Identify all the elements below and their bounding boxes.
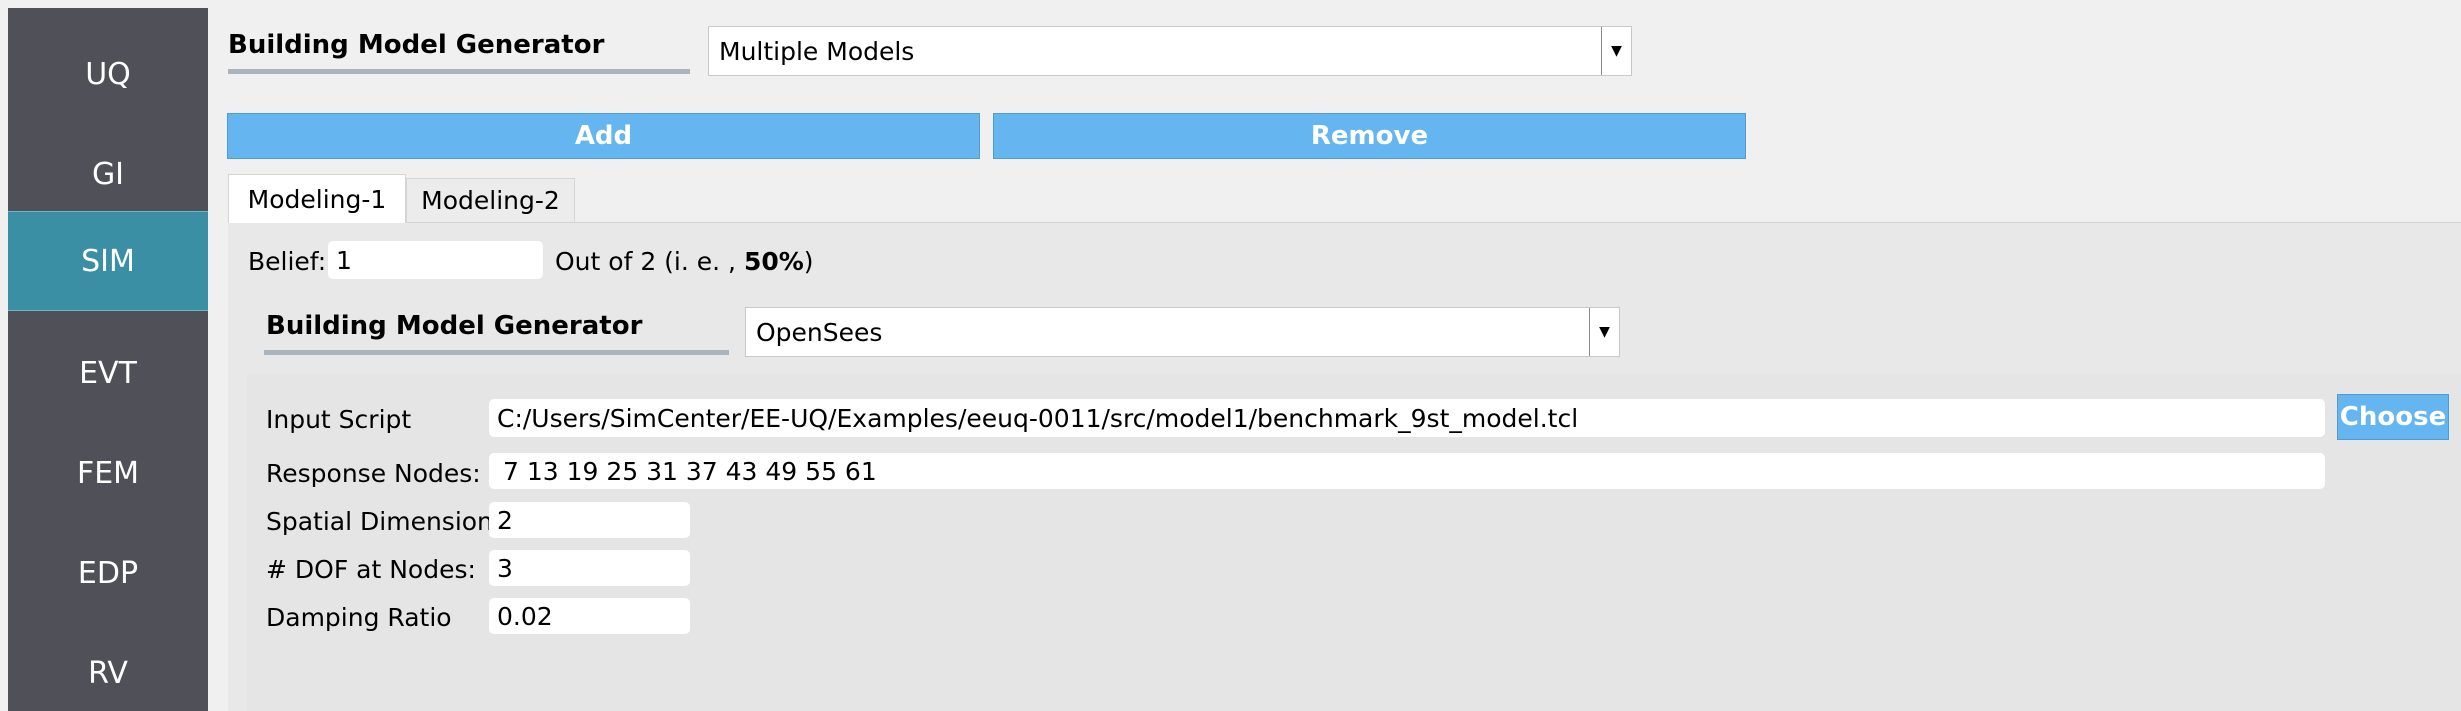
tab-label: Modeling-2 — [421, 186, 560, 215]
sidebar-item-edp[interactable]: EDP — [8, 523, 208, 623]
response-nodes-label: Response Nodes: — [266, 459, 481, 488]
sub-model-title: Building Model Generator — [266, 311, 643, 341]
sub-model-generator-value: OpenSees — [756, 317, 883, 347]
chevron-down-icon[interactable]: ▼ — [1601, 27, 1631, 75]
title-underline — [228, 69, 690, 74]
tab-modeling-1[interactable]: Modeling-1 — [228, 174, 406, 223]
sidebar-item-sim[interactable]: SIM — [8, 211, 208, 311]
sidebar-item-evt[interactable]: EVT — [8, 323, 208, 423]
sidebar-item-label: SIM — [81, 243, 135, 279]
response-nodes-field[interactable]: 7 13 19 25 31 37 43 49 55 61 — [489, 453, 2325, 489]
sidebar-item-uq[interactable]: UQ — [8, 24, 208, 124]
belief-out-of-text: Out of 2 (i. e. , 50%) — [555, 247, 814, 276]
sidebar-item-gi[interactable]: GI — [8, 124, 208, 224]
dof-label: # DOF at Nodes: — [266, 555, 476, 584]
add-button[interactable]: Add — [227, 113, 980, 159]
model-generator-value: Multiple Models — [719, 36, 915, 66]
belief-out-of-prefix: Out of 2 (i. e. , — [555, 247, 736, 276]
sidebar-item-label: RV — [88, 655, 128, 691]
model-generator-select[interactable]: Multiple Models ▼ — [708, 26, 1632, 76]
sidebar-item-label: FEM — [76, 455, 140, 491]
remove-button[interactable]: Remove — [993, 113, 1746, 159]
sub-title-underline — [264, 350, 729, 355]
spatial-dimension-field[interactable]: 2 — [489, 502, 690, 538]
sidebar-item-rv[interactable]: RV — [8, 623, 208, 711]
chevron-down-icon[interactable]: ▼ — [1589, 308, 1619, 356]
choose-button[interactable]: Choose — [2337, 394, 2449, 440]
damping-ratio-label: Damping Ratio — [266, 603, 452, 632]
belief-suffix: ) — [803, 247, 814, 276]
damping-ratio-field[interactable]: 0.02 — [489, 598, 690, 634]
sidebar-item-label: GI — [91, 156, 125, 192]
input-script-field[interactable]: C:/Users/SimCenter/EE-UQ/Examples/eeuq-0… — [489, 399, 2325, 437]
sidebar: UQ GI SIM EVT FEM EDP RV — [8, 8, 208, 711]
belief-input[interactable]: 1 — [328, 241, 543, 279]
sidebar-item-label: EDP — [77, 555, 139, 591]
input-script-label: Input Script — [266, 405, 412, 434]
sub-model-generator-select[interactable]: OpenSees ▼ — [745, 307, 1620, 357]
belief-label: Belief: — [248, 247, 327, 276]
belief-percent: 50% — [743, 247, 804, 276]
tab-modeling-2[interactable]: Modeling-2 — [406, 178, 575, 222]
spatial-dimension-label: Spatial Dimension: — [266, 507, 502, 536]
page-title: Building Model Generator — [228, 30, 605, 60]
dof-field[interactable]: 3 — [489, 550, 690, 586]
sidebar-item-label: EVT — [79, 355, 137, 391]
sidebar-item-label: UQ — [85, 56, 131, 92]
tab-label: Modeling-1 — [247, 184, 387, 214]
sidebar-item-fem[interactable]: FEM — [8, 423, 208, 523]
